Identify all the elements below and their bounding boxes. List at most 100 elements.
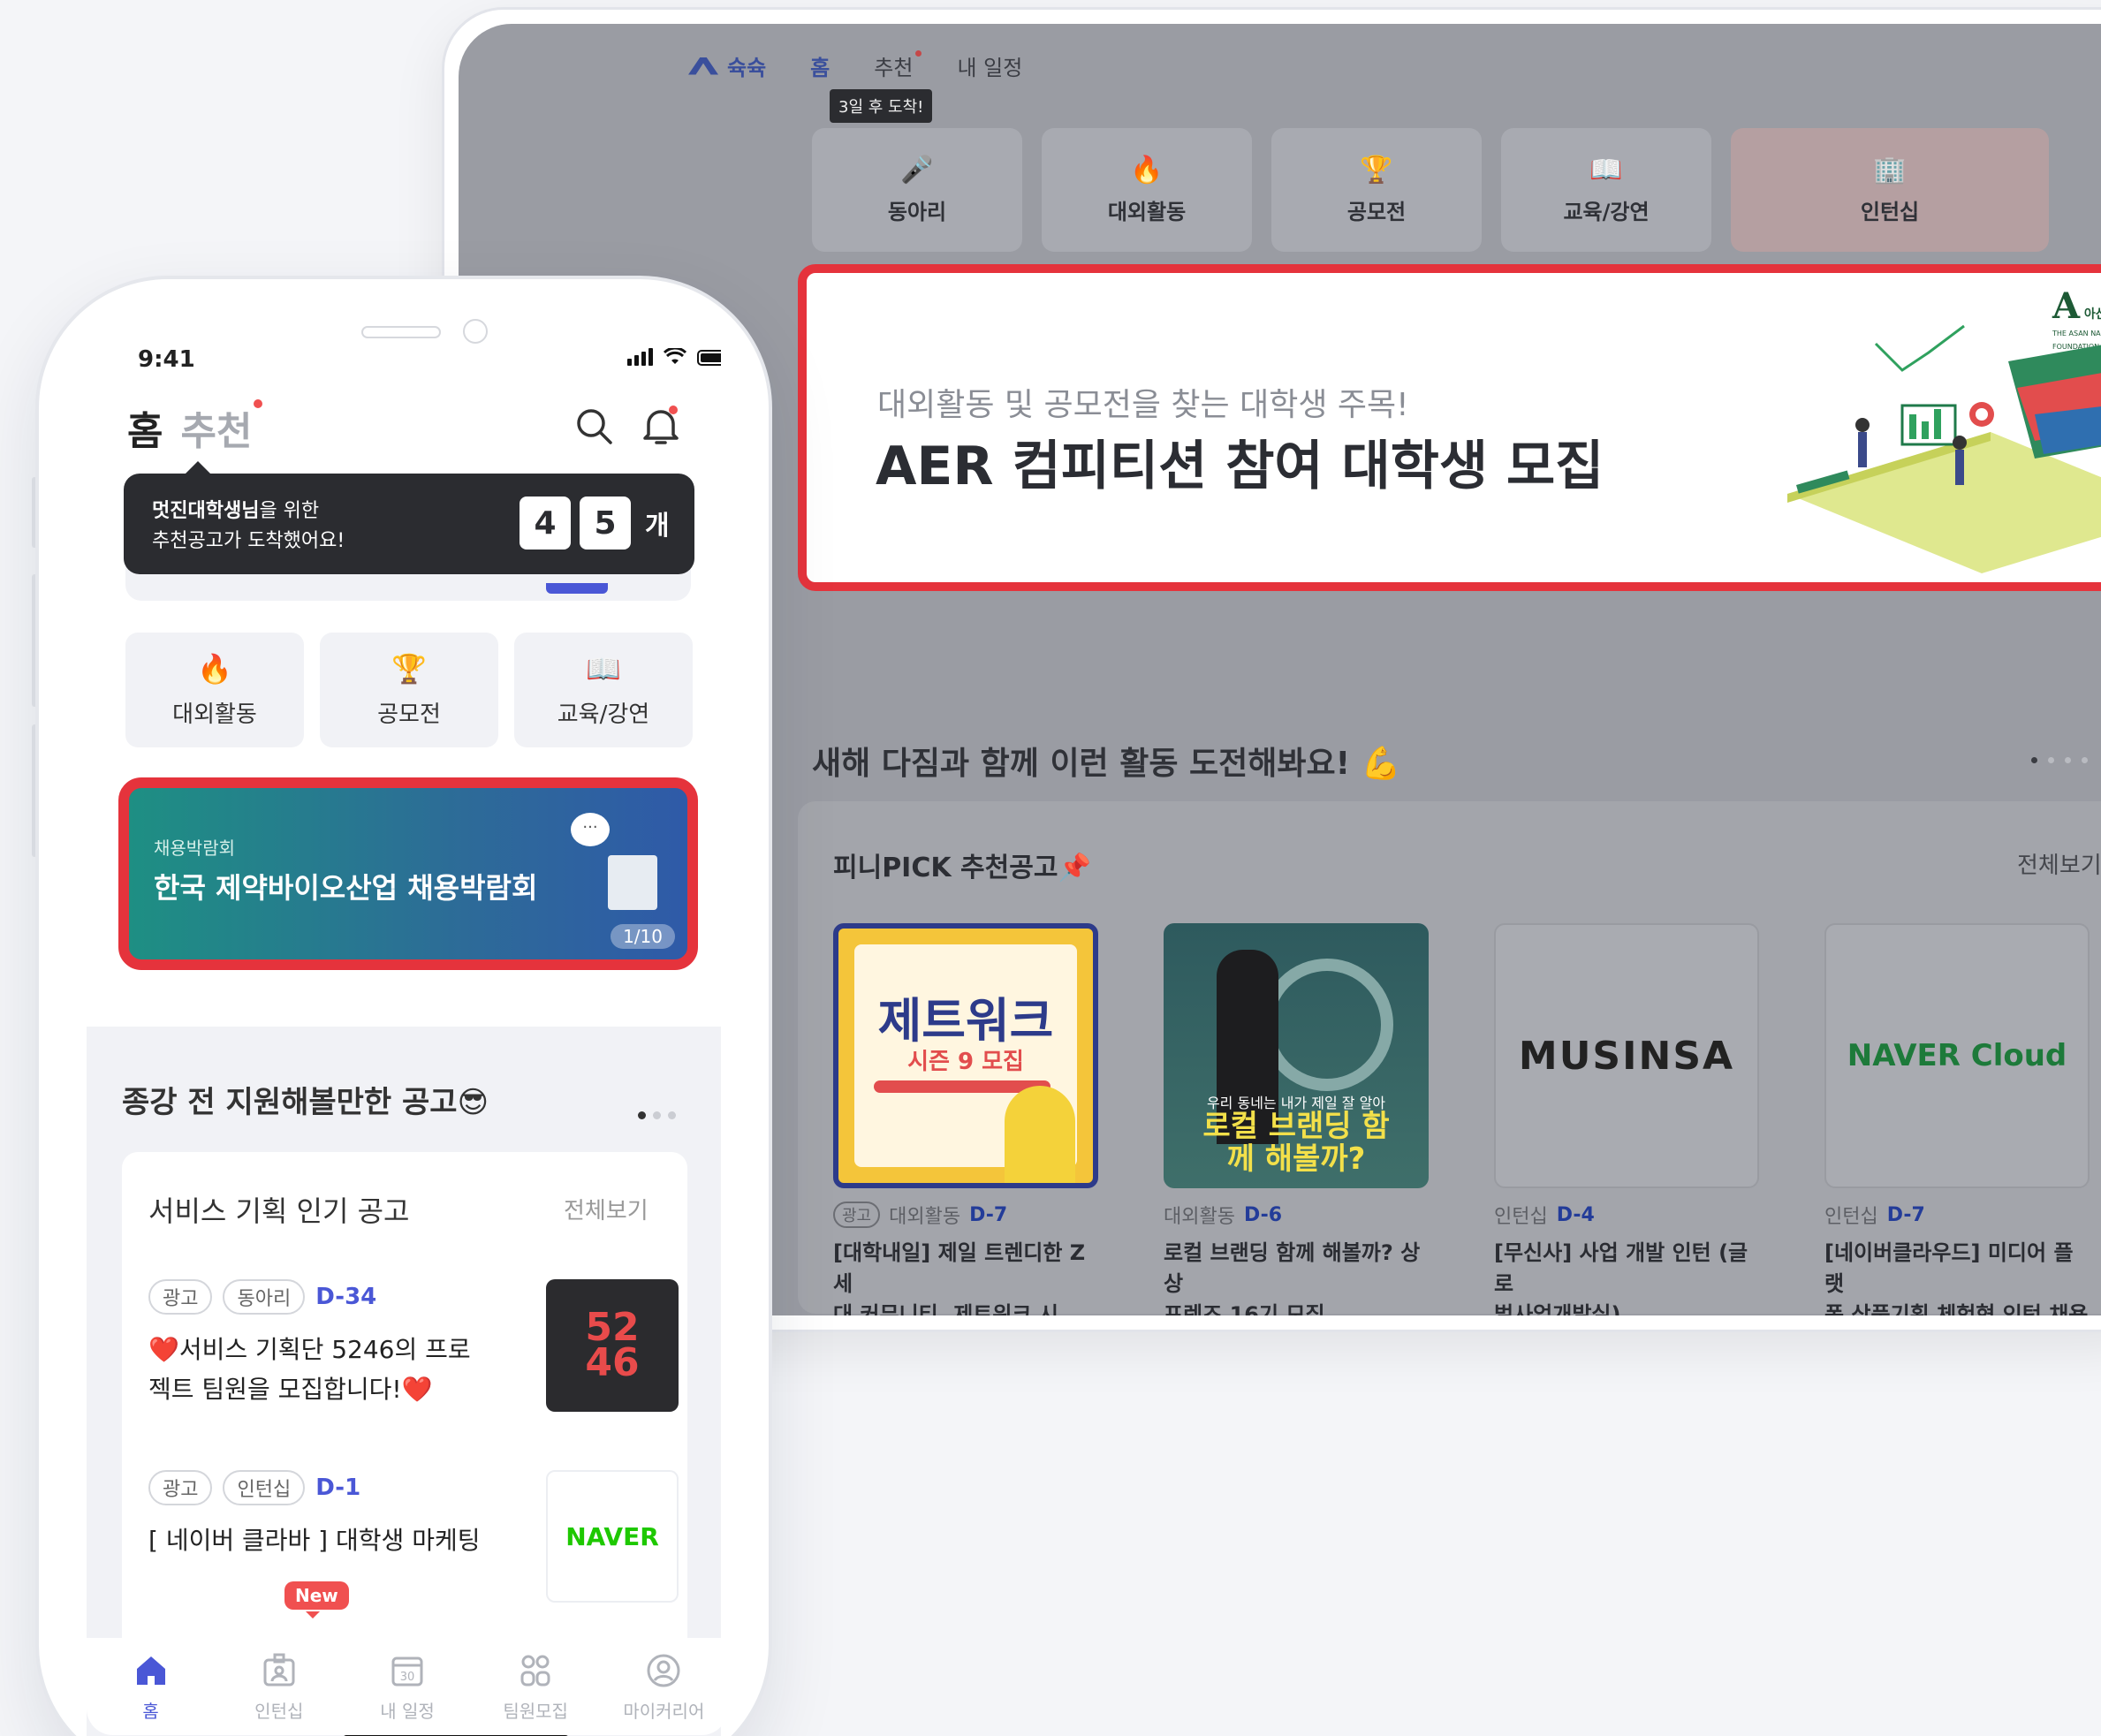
category-education[interactable]: 📖 교육/강연 [1501, 128, 1711, 252]
category-label: 교육/강연 [1563, 200, 1650, 224]
category-tag: 인턴십 [1494, 1206, 1548, 1228]
tab-label: 내 일정 [380, 1700, 435, 1722]
carousel-dots[interactable] [638, 1111, 676, 1119]
phone-device: 9:41 홈 추천 멋진대학생님을 위한 추천공고가 도착했어요! 4 5 개 … [35, 276, 772, 1736]
dday-tag: D-7 [1886, 1203, 1925, 1226]
recommend-card: 피니PICK 추천공고📌 전체보기 제트워크 시즌 9 모집 광고 대외활동 D-7… [798, 801, 2101, 1315]
thumb-main-text: 제트워크 [877, 993, 1054, 1049]
recommend-section: 종강 전 지원해볼만한 공고😎 서비스 기획 인기 공고 전체보기 광고 동아리… [87, 1027, 721, 1736]
tab-bar-home[interactable]: 홈 [102, 1651, 200, 1723]
list-item[interactable]: 광고 인턴십 D-1 [ 네이버 클라바 ] 대학생 마케팅 NAVER [148, 1470, 679, 1603]
posting-item[interactable]: 우리 동네는 내가 제일 잘 알아 로컬 브랜딩 함께 해볼까? 대외활동 D-6… [1164, 923, 1429, 1315]
signal-icon [627, 348, 653, 366]
thumb-text: 5246 [585, 1305, 640, 1385]
tooltip-line2: 추천공고가 도착했어요! [152, 530, 345, 552]
bottom-tab-bar: 홈 인턴십 30 내 일정 팀원모집 마이커리어 [87, 1638, 721, 1735]
phone-tabs: 홈 추천 [127, 399, 263, 456]
posting-thumbnail: 제트워크 시즌 9 모집 [833, 923, 1098, 1188]
count-unit: 개 [645, 511, 670, 542]
posting-card: 서비스 기획 인기 공고 전체보기 광고 동아리 D-34 ❤️서비스 기획단 … [122, 1152, 687, 1682]
posting-title: [ 네이버 클라바 ] 대학생 마케팅 [148, 1526, 481, 1555]
dday-tag: D-7 [969, 1203, 1008, 1226]
ad-tag: 광고 [148, 1279, 213, 1315]
tooltip-line1-rest: 을 위한 [259, 500, 320, 522]
featured-banner[interactable]: 대외활동 및 공모전을 찾는 대학생 주목! AER 컴피티션 참여 대학생 모… [798, 264, 2101, 591]
dday-tag: D-6 [1243, 1203, 1283, 1226]
posting-thumbnail: 5246 [546, 1279, 679, 1412]
phone-category-row: 🔥 대외활동 🏆 공모전 📖 교육/강연 [125, 633, 693, 747]
tab-bar-mycareer[interactable]: 마이커리어 [615, 1651, 712, 1723]
posting-title: [대학내일] 제일 트렌디한 Z세 대 커뮤니티, 제트워크 시즌… [833, 1240, 1086, 1315]
chat-bubble-icon: ··· [571, 813, 610, 846]
posting-title: ❤️서비스 기획단 5246의 프로젝트 팀원을 모집합니다!❤️ [148, 1335, 471, 1404]
category-activity[interactable]: 🔥 대외활동 [1042, 128, 1252, 252]
logo-mark-icon [688, 57, 718, 75]
tab-home[interactable]: 홈 [127, 399, 163, 456]
fire-icon: 🔥 [197, 651, 232, 686]
marketing-stage: 슉슉 홈 추천 내 일정 3일 후 도착! 🎤 동아리 🔥 대외활동 🏆 공모전 📖 교… [0, 0, 2101, 1736]
category-internship[interactable]: 🏢 인턴십 [1731, 128, 2049, 252]
tab-recommend[interactable]: 추천 [180, 399, 263, 456]
calendar-day: 30 [400, 1671, 415, 1684]
tab-bar-internship[interactable]: 인턴십 [231, 1651, 328, 1723]
ad-tag: 광고 [833, 1202, 881, 1228]
count-digit: 5 [580, 497, 631, 550]
app-logo[interactable]: 슉슉 [688, 50, 766, 81]
job-fair-banner[interactable]: 채용박람회 한국 제약바이오산업 채용박람회 ··· 1/10 [118, 777, 698, 970]
phone-screen: 9:41 홈 추천 멋진대학생님을 위한 추천공고가 도착했어요! 4 5 개 … [87, 327, 721, 1736]
search-icon[interactable] [574, 406, 613, 445]
category-label: 인턴십 [1860, 200, 1920, 224]
nav-home[interactable]: 홈 [810, 50, 830, 81]
banner-page-indicator: 1/10 [611, 924, 675, 949]
category-club[interactable]: 🎤 동아리 [812, 128, 1022, 252]
posting-item[interactable]: NAVER Cloud 인턴십 D-7 [네이버클라우드] 미디어 플랫 폼 상품… [1824, 923, 2090, 1315]
tab-label: 홈 [142, 1700, 159, 1722]
category-tag: 동아리 [223, 1279, 306, 1315]
category-label: 대외활동 [172, 701, 257, 728]
category-education[interactable]: 📖 교육/강연 [514, 633, 693, 747]
banner-subtitle: 대외활동 및 공모전을 찾는 대학생 주목! [877, 387, 1409, 423]
category-contest[interactable]: 🏆 공모전 [1271, 128, 1482, 252]
bell-icon[interactable] [641, 405, 680, 445]
category-contest[interactable]: 🏆 공모전 [320, 633, 498, 747]
posting-meta: 인턴십 D-4 [1494, 1201, 1759, 1229]
posting-thumbnail: 우리 동네는 내가 제일 잘 알아 로컬 브랜딩 함께 해볼까? [1164, 923, 1429, 1188]
category-activity[interactable]: 🔥 대외활동 [125, 633, 304, 747]
view-all-link[interactable]: 전체보기 [2017, 847, 2101, 880]
tab-bar-team[interactable]: 팀원모집 [487, 1651, 584, 1723]
posting-meta: 대외활동 D-6 [1164, 1201, 1429, 1229]
posting-item[interactable]: 제트워크 시즌 9 모집 광고 대외활동 D-7 [대학내일] 제일 트렌디한 Z세… [833, 923, 1098, 1315]
view-all-link[interactable]: 전체보기 [564, 1193, 649, 1225]
book-icon: 📖 [586, 651, 621, 686]
fire-icon: 🔥 [1130, 155, 1164, 186]
tab-label: 팀원모집 [503, 1700, 568, 1722]
naver-logo: NAVER [565, 1521, 659, 1551]
posting-item[interactable]: MUSINSA 인턴십 D-4 [무신사] 사업 개발 인턴 (글로 벌사업개발실… [1494, 923, 1759, 1315]
home-icon [136, 1656, 165, 1685]
tab-label: 마이커리어 [623, 1700, 705, 1722]
category-label: 교육/강연 [557, 701, 650, 728]
tooltip-line1: 멋진대학생님을 위한 [152, 495, 319, 523]
posting-thumbnail: NAVER Cloud [1824, 923, 2090, 1188]
list-item[interactable]: 광고 동아리 D-34 ❤️서비스 기획단 5246의 프로젝트 팀원을 모집합… [148, 1279, 679, 1412]
section-title: 새해 다짐과 함께 이런 활동 도전해봐요! 💪 [812, 746, 1401, 782]
battery-icon [697, 350, 721, 366]
category-tag: 대외활동 [1164, 1206, 1235, 1228]
thumb-main-text: 로컬 브랜딩 함께 해볼까? [1202, 1109, 1390, 1178]
recommend-tooltip[interactable]: 멋진대학생님을 위한 추천공고가 도착했어요! 4 5 개 [124, 461, 694, 574]
banner-kicker: 채용박람회 [154, 838, 235, 859]
thumb-sub-text: 시즌 9 모집 [907, 1049, 1024, 1075]
tab-bar-schedule[interactable]: 30 내 일정 [359, 1651, 456, 1723]
logo-text: 슉슉 [727, 56, 767, 80]
posting-thumbnail: NAVER [546, 1470, 679, 1603]
dday-tag: D-34 [315, 1284, 377, 1310]
recommend-count: 4 5 개 [520, 497, 670, 550]
carousel-dots[interactable] [2031, 757, 2088, 763]
banner-title: AER 컴피티션 참여 대학생 모집 [876, 436, 1604, 497]
tooltip-username: 멋진대학생님 [152, 500, 260, 522]
nav-schedule[interactable]: 내 일정 [957, 50, 1022, 81]
nav-recommend[interactable]: 추천 [874, 50, 922, 81]
musinsa-logo: MUSINSA [1518, 1033, 1735, 1079]
wifi-icon [664, 348, 686, 364]
tab-label: 인턴십 [254, 1700, 304, 1722]
